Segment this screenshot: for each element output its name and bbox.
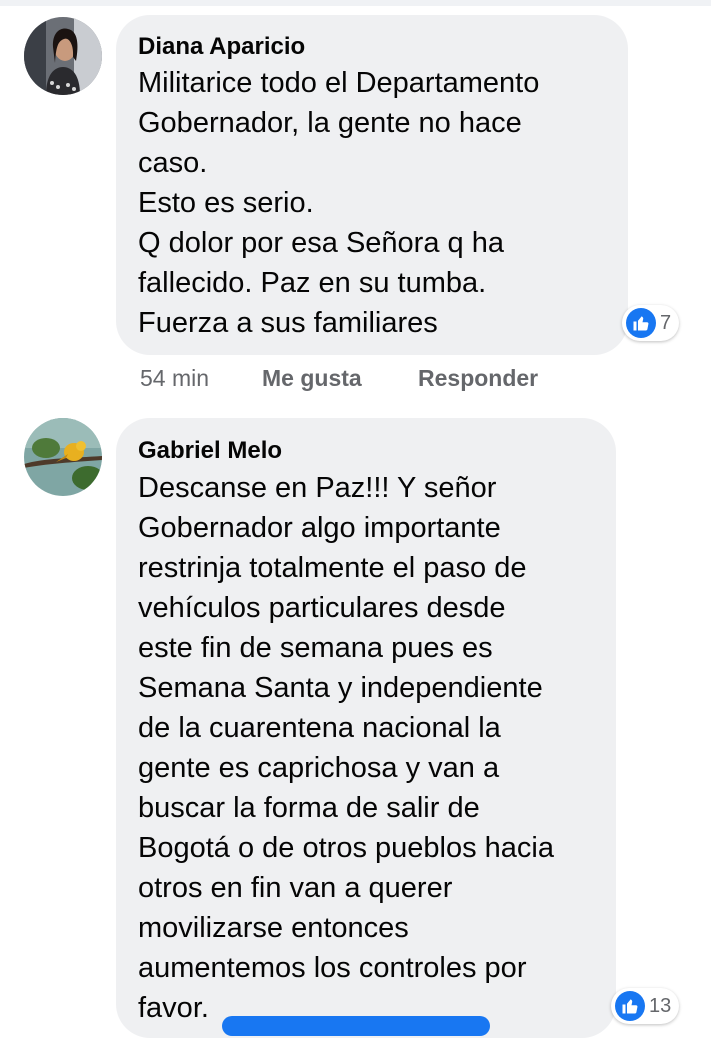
profile-photo-icon [24, 17, 102, 95]
avatar[interactable] [24, 17, 102, 95]
comment-text-line: restrinja totalmente el paso de [138, 552, 527, 584]
comment-author[interactable]: Diana Aparicio [138, 33, 305, 61]
top-divider [0, 0, 711, 6]
comment-text-line: movilizarse entonces [138, 912, 409, 944]
like-icon [615, 991, 645, 1021]
comment-text-line: Fuerza a sus familiares [138, 307, 438, 339]
comment-text-line: Descanse en Paz!!! Y señor [138, 472, 497, 504]
comment-author[interactable]: Gabriel Melo [138, 437, 282, 465]
comment-text-line: fallecido. Paz en su tumba. [138, 267, 487, 299]
comment-actions: 54 min Me gusta Responder [140, 365, 538, 392]
reply-button[interactable]: Responder [418, 365, 538, 392]
avatar[interactable] [24, 418, 102, 496]
comment-bubble: Diana Aparicio Militarice todo el Depart… [116, 15, 628, 355]
reaction-count: 13 [649, 994, 672, 1017]
comment-text-line: otros en fin van a querer [138, 872, 453, 904]
comment-text-line: caso. [138, 147, 208, 179]
comment-text-line: buscar la forma de salir de [138, 792, 480, 824]
comment-timestamp[interactable]: 54 min [140, 365, 262, 392]
like-button[interactable]: Me gusta [262, 365, 418, 392]
comment-text-line: Militarice todo el Departamento [138, 67, 540, 99]
reaction-count: 7 [660, 311, 672, 334]
comment-text-line: Gobernador, la gente no hace [138, 107, 522, 139]
comment-text-line: gente es caprichosa y van a [138, 752, 500, 784]
bottom-action-button[interactable] [222, 1016, 490, 1036]
profile-photo-icon [24, 418, 102, 496]
comment-text-line: Semana Santa y independiente [138, 672, 543, 704]
comment-bubble: Gabriel Melo Descanse en Paz!!! Y señor … [116, 418, 616, 1038]
comment-text-line: vehículos particulares desde [138, 592, 506, 624]
reaction-summary[interactable]: 7 [622, 305, 680, 341]
comment-text-line: Esto es serio. [138, 187, 314, 219]
like-icon [626, 308, 656, 338]
comment-text-line: aumentemos los controles por [138, 952, 527, 984]
comment-text-line: este fin de semana pues es [138, 632, 493, 664]
comment-text-line: Bogotá o de otros pueblos hacia [138, 832, 554, 864]
comment-text-line: Q dolor por esa Señora q ha [138, 227, 504, 259]
comment-text: Militarice todo el Departamento Gobernad… [138, 63, 539, 343]
comment-text-line: Gobernador algo importante [138, 512, 501, 544]
comment-text: Descanse en Paz!!! Y señor Gobernador al… [138, 468, 554, 1028]
comment-text-line: de la cuarentena nacional la [138, 712, 501, 744]
reaction-summary[interactable]: 13 [611, 988, 680, 1024]
